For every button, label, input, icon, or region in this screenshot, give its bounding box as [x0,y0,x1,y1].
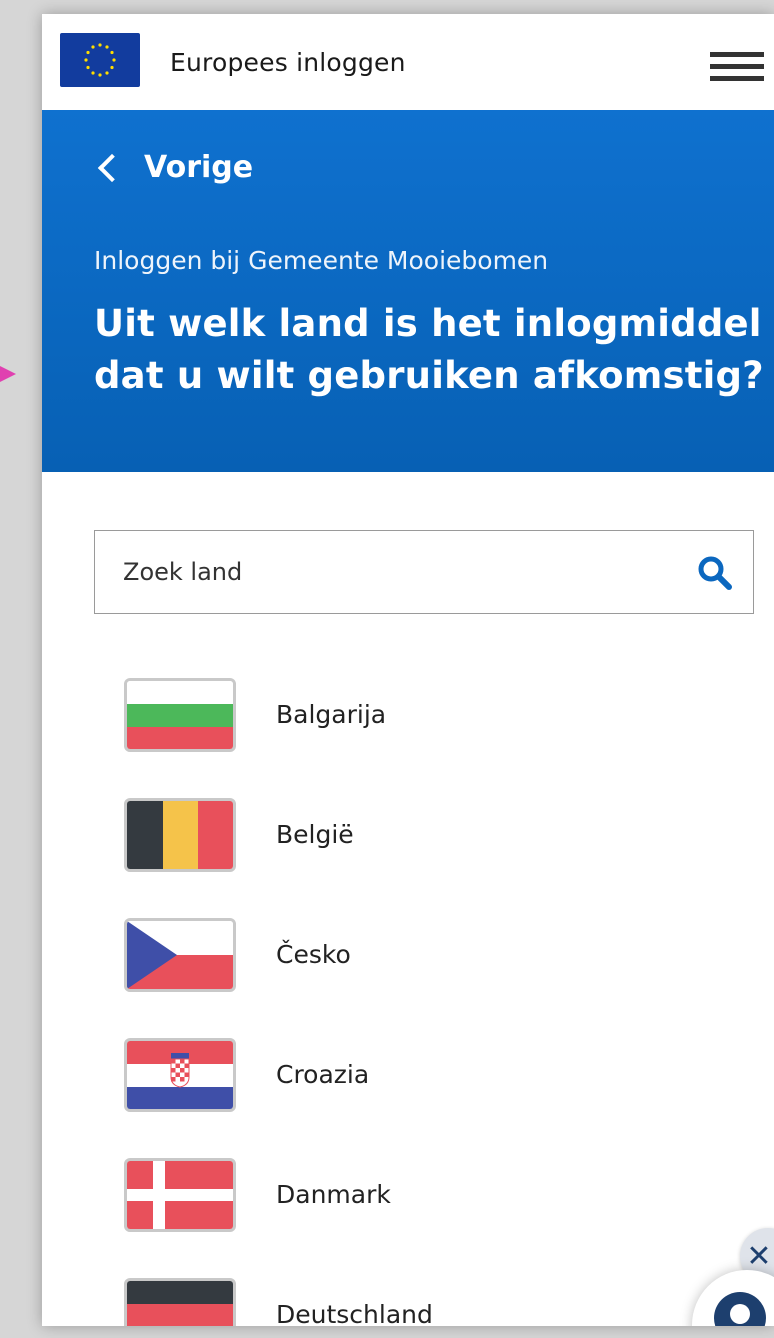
eu-flag-icon [60,33,140,87]
country-item-croazia[interactable]: Croazia [42,1038,774,1158]
back-link[interactable]: Vorige [94,150,253,185]
country-name: Česko [276,940,351,969]
mobile-viewport: Europees inloggen Vorige Inloggen bij Ge… [42,14,774,1326]
country-item-deutschland[interactable]: Deutschland [42,1278,774,1326]
country-item-danmark[interactable]: Danmark [42,1158,774,1278]
country-name: Danmark [276,1180,391,1209]
app-title: Europees inloggen [170,48,406,77]
pointer-arrow [0,366,16,382]
country-search [94,530,754,614]
croatia-flag-icon [124,1038,236,1112]
country-list: Balgarija België Česko Croazia Danmark D… [42,678,774,1326]
hamburger-menu-icon[interactable] [710,52,764,82]
back-label: Vorige [144,150,254,185]
chevron-left-icon [97,153,127,182]
country-name: Deutschland [276,1300,433,1326]
country-name: Balgarija [276,700,387,729]
search-icon[interactable] [697,555,733,591]
hero-banner: Vorige Inloggen bij Gemeente Mooiebomen … [42,110,774,472]
top-bar: Europees inloggen [42,14,774,110]
page-title: Uit welk land is het inlogmiddel dat u w… [94,302,764,397]
page-subtitle: Inloggen bij Gemeente Mooiebomen [94,246,549,275]
country-item-balgarija[interactable]: Balgarija [42,678,774,798]
belgium-flag-icon [124,798,236,872]
search-input[interactable] [95,531,753,613]
denmark-flag-icon [124,1158,236,1232]
country-item-cesko[interactable]: Česko [42,918,774,1038]
bulgaria-flag-icon [124,678,236,752]
germany-flag-icon [124,1278,236,1326]
country-name: België [276,820,354,849]
country-item-belgie[interactable]: België [42,798,774,918]
czech-flag-icon [124,918,236,992]
country-name: Croazia [276,1060,370,1089]
